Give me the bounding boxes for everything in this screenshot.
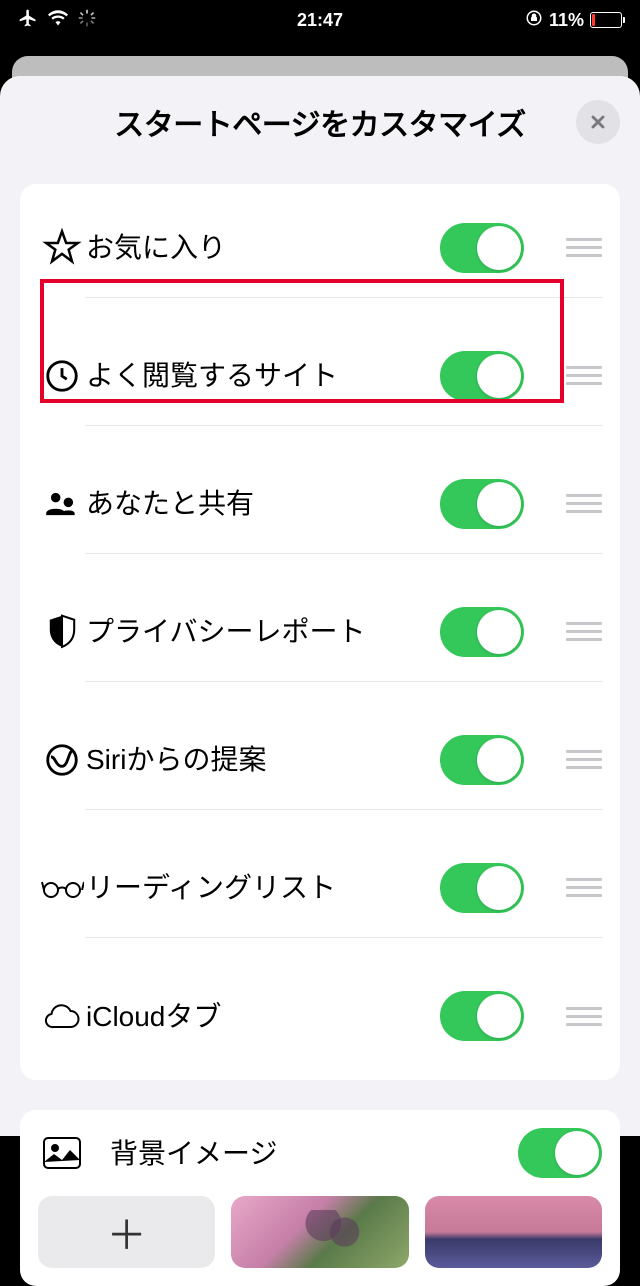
- row-label: プライバシーレポート: [86, 614, 416, 649]
- settings-list: お気に入り よく閲覧するサイト あなたと共有: [20, 184, 620, 1080]
- background-section: 背景イメージ ＋: [20, 1110, 620, 1286]
- row-label: リーディングリスト: [86, 870, 416, 905]
- toggle-reading-list[interactable]: [440, 863, 524, 913]
- drag-handle[interactable]: [566, 366, 602, 385]
- row-icloud-tabs: iCloudタブ: [20, 952, 620, 1080]
- row-siri-suggestions: Siriからの提案: [20, 696, 620, 824]
- toggle-frequently-visited[interactable]: [440, 351, 524, 401]
- clock-icon: [38, 357, 86, 395]
- battery-icon: [590, 12, 622, 28]
- background-option-2[interactable]: [425, 1196, 602, 1268]
- row-reading-list: リーディングリスト: [20, 824, 620, 952]
- row-frequently-visited: よく閲覧するサイト: [20, 312, 620, 440]
- drag-handle[interactable]: [566, 238, 602, 257]
- loading-icon: [78, 9, 96, 32]
- star-icon: [38, 228, 86, 268]
- close-button[interactable]: [576, 100, 620, 144]
- status-time: 21:47: [297, 10, 343, 31]
- glasses-icon: [38, 876, 86, 900]
- wifi-icon: [48, 10, 68, 31]
- toggle-siri[interactable]: [440, 735, 524, 785]
- drag-handle[interactable]: [566, 750, 602, 769]
- people-icon: [38, 485, 86, 523]
- background-add-button[interactable]: ＋: [38, 1196, 215, 1268]
- orientation-lock-icon: [525, 9, 543, 32]
- sheet-title: スタートページをカスタマイズ: [114, 100, 526, 144]
- cloud-icon: [38, 1001, 86, 1031]
- toggle-privacy[interactable]: [440, 607, 524, 657]
- row-favorites: お気に入り: [20, 184, 620, 312]
- drag-handle[interactable]: [566, 878, 602, 897]
- background-label: 背景イメージ: [110, 1136, 518, 1171]
- row-label: お気に入り: [86, 230, 416, 265]
- status-bar: 21:47 11%: [0, 0, 640, 40]
- toggle-icloud-tabs[interactable]: [440, 991, 524, 1041]
- row-label: よく閲覧するサイト: [86, 358, 416, 393]
- drag-handle[interactable]: [566, 494, 602, 513]
- drag-handle[interactable]: [566, 1007, 602, 1026]
- close-icon: [588, 112, 608, 132]
- drag-handle[interactable]: [566, 622, 602, 641]
- toggle-shared[interactable]: [440, 479, 524, 529]
- siri-icon: [38, 741, 86, 779]
- row-label: あなたと共有: [86, 486, 416, 521]
- toggle-favorites[interactable]: [440, 223, 524, 273]
- row-privacy-report: プライバシーレポート: [20, 568, 620, 696]
- row-shared-with-you: あなたと共有: [20, 440, 620, 568]
- image-icon: [38, 1136, 86, 1170]
- row-label: iCloudタブ: [86, 999, 416, 1034]
- shield-icon: [38, 613, 86, 651]
- customize-sheet: スタートページをカスタマイズ お気に入り よく閲覧するサイト: [0, 76, 640, 1136]
- battery-percent: 11%: [549, 10, 584, 31]
- row-label: Siriからの提案: [86, 742, 416, 777]
- background-option-1[interactable]: [231, 1196, 408, 1268]
- airplane-mode-icon: [18, 8, 38, 33]
